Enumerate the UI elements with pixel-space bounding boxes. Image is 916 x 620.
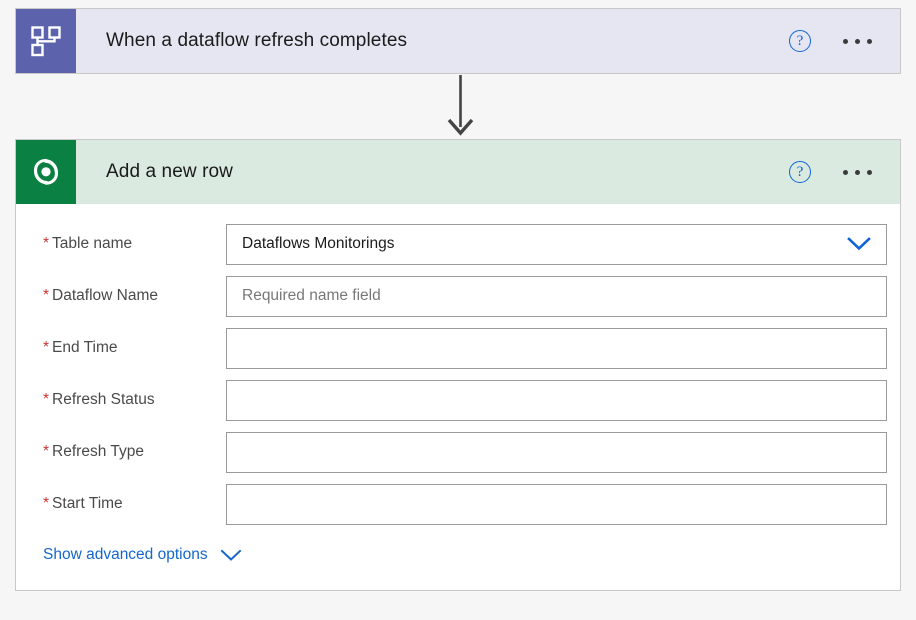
- field-wrapper: Dataflows Monitorings: [226, 223, 887, 265]
- form-row: * Start Time: [16, 478, 900, 530]
- connector-arrow: [441, 75, 481, 139]
- chevron-down-icon: [220, 549, 242, 562]
- form-row: * Dataflow Name Required name field: [16, 270, 900, 322]
- dataflow-name-input[interactable]: Required name field: [226, 275, 887, 317]
- field-label-table-name: * Table name: [43, 235, 133, 252]
- dataflow-hierarchy-icon: [16, 9, 76, 73]
- show-advanced-options-label: Show advanced options: [43, 546, 208, 563]
- field-wrapper: [226, 483, 887, 525]
- refresh-type-input[interactable]: [226, 431, 887, 473]
- help-icon[interactable]: ?: [789, 30, 811, 52]
- start-time-input[interactable]: [226, 483, 887, 525]
- action-card[interactable]: Add a new row ? * Table name Dataflows Mo…: [15, 139, 901, 591]
- required-asterisk: *: [43, 235, 50, 252]
- field-label-end-time: * End Time: [43, 339, 118, 356]
- dataverse-swirl-icon: [16, 140, 76, 204]
- required-asterisk: *: [43, 391, 50, 408]
- field-label-refresh-status: * Refresh Status: [43, 391, 155, 408]
- more-options-icon[interactable]: [841, 164, 874, 181]
- more-options-icon[interactable]: [841, 33, 874, 50]
- field-label-dataflow-name: * Dataflow Name: [43, 287, 159, 304]
- trigger-card-actions: ?: [789, 9, 900, 73]
- form-row: * End Time: [16, 322, 900, 374]
- trigger-card-title: When a dataflow refresh completes: [76, 9, 789, 73]
- field-label-start-time: * Start Time: [43, 495, 123, 512]
- trigger-card[interactable]: When a dataflow refresh completes ?: [15, 8, 901, 74]
- form-row: * Table name Dataflows Monitorings: [16, 218, 900, 270]
- required-asterisk: *: [43, 339, 50, 356]
- action-card-title: Add a new row: [76, 140, 789, 204]
- trigger-card-header[interactable]: When a dataflow refresh completes ?: [16, 9, 900, 73]
- required-asterisk: *: [43, 495, 50, 512]
- field-wrapper: [226, 379, 887, 421]
- show-advanced-options-button[interactable]: Show advanced options: [16, 546, 242, 564]
- field-wrapper: [226, 431, 887, 473]
- flow-designer-canvas: When a dataflow refresh completes ? Add …: [0, 0, 916, 620]
- action-card-body: * Table name Dataflows Monitorings * Dataf…: [16, 204, 900, 590]
- action-card-actions: ?: [789, 140, 900, 204]
- required-asterisk: *: [43, 287, 50, 304]
- form-row: * Refresh Status: [16, 374, 900, 426]
- action-card-header[interactable]: Add a new row ?: [16, 140, 900, 204]
- field-wrapper: [226, 327, 887, 369]
- field-wrapper: Required name field: [226, 275, 887, 317]
- table-name-select[interactable]: Dataflows Monitorings: [226, 223, 887, 265]
- field-label-refresh-type: * Refresh Type: [43, 443, 144, 460]
- end-time-input[interactable]: [226, 327, 887, 369]
- required-asterisk: *: [43, 443, 50, 460]
- form-row: * Refresh Type: [16, 426, 900, 478]
- help-icon[interactable]: ?: [789, 161, 811, 183]
- refresh-status-input[interactable]: [226, 379, 887, 421]
